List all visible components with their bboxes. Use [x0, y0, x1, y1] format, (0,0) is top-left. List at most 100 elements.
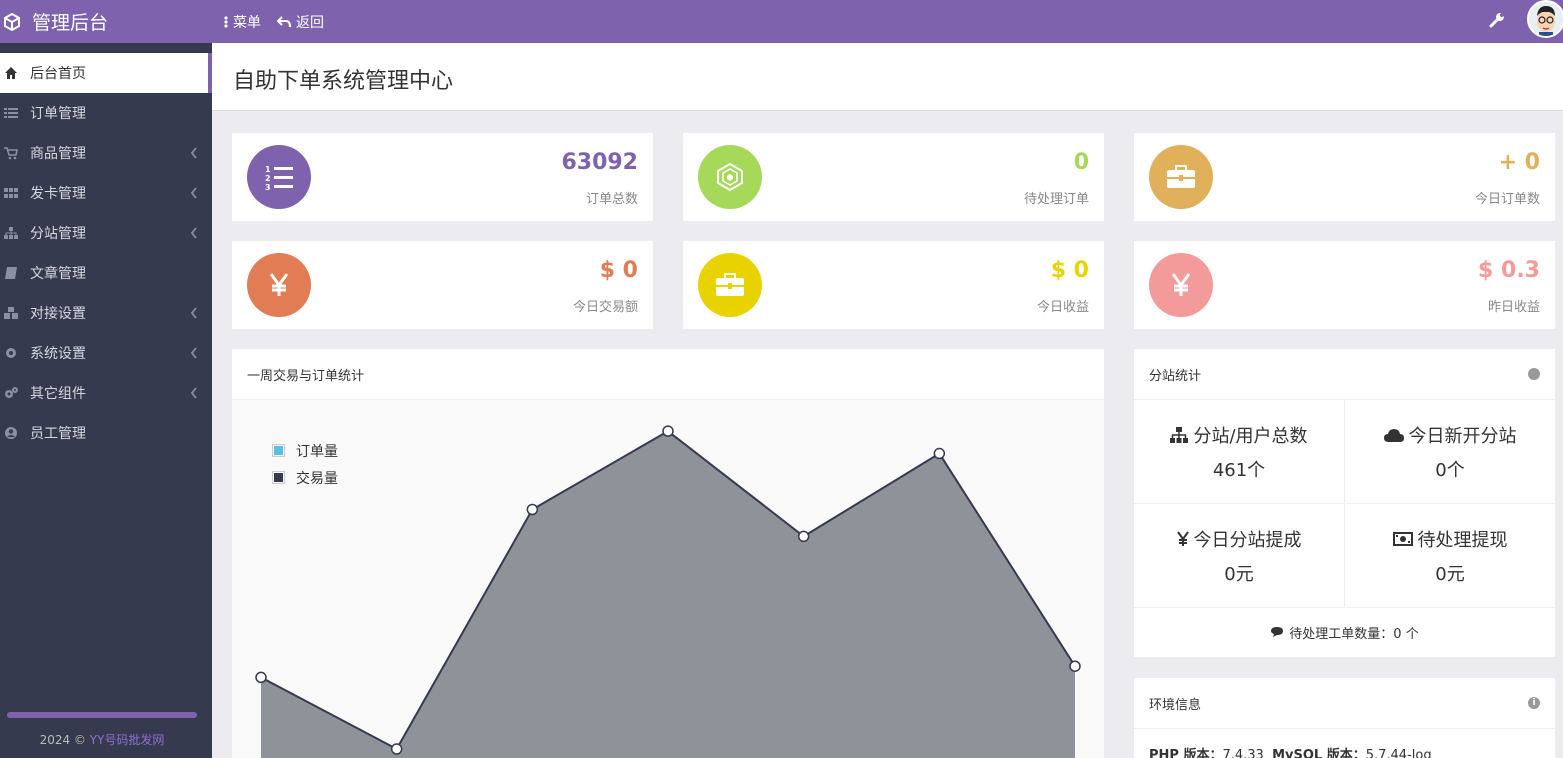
page-header: 自助下单系统管理中心	[212, 43, 1563, 111]
sidebar-item-system-settings[interactable]: 系统设置	[0, 333, 212, 373]
site-stat-cell: 今日分站提成 0元	[1134, 504, 1344, 608]
menu-button[interactable]: 菜单	[224, 12, 261, 32]
menu-label: 菜单	[233, 14, 261, 31]
stat-value: $ 0	[599, 258, 638, 283]
data-point[interactable]	[255, 671, 267, 684]
sidebar-item-articles[interactable]: 文章管理	[0, 253, 212, 293]
stat-card-pending-orders: 0 待处理订单	[683, 133, 1104, 221]
sidebar-item-label: 系统设置	[30, 346, 86, 362]
panel-header: 环境信息 i	[1134, 678, 1555, 729]
chart-legend: 订单量 交易量	[272, 437, 338, 491]
top-nav: 菜单 返回	[224, 0, 340, 43]
sidebar-item-products[interactable]: 商品管理	[0, 133, 212, 173]
back-button[interactable]: 返回	[277, 12, 324, 32]
data-point[interactable]	[526, 503, 539, 516]
book-icon	[5, 267, 17, 279]
chart-area: 订单量 交易量	[232, 400, 1104, 758]
stat-label: 今日收益	[1036, 300, 1089, 315]
stat-label: 今日交易额	[572, 300, 638, 315]
env-info-row: PHP 版本：7.4.33 MySQL 版本：5.7.44-log	[1149, 744, 1432, 758]
sidebar-item-label: 对接设置	[30, 306, 86, 322]
home-icon	[5, 67, 17, 79]
site-stat-title: 待处理提现	[1417, 530, 1508, 551]
sidebar-item-label: 后台首页	[30, 66, 86, 82]
php-version-value: 7.4.33	[1222, 748, 1264, 758]
data-point[interactable]	[662, 425, 674, 437]
sidebar-footer: 2024 © YY号码批发网	[0, 731, 204, 748]
sitemap-icon	[4, 227, 18, 239]
app-title: 管理后台	[32, 12, 109, 34]
site-stat-value: 0元	[1435, 564, 1465, 585]
panel-header: 一周交易与订单统计	[232, 349, 1104, 400]
sidebar-item-orders[interactable]: 订单管理	[0, 93, 212, 133]
ordered-list-icon: 1 2 3	[265, 165, 293, 191]
chevron-left-icon	[190, 227, 197, 239]
data-point[interactable]	[390, 743, 403, 755]
php-version-label: PHP 版本：	[1149, 748, 1223, 758]
info-icon[interactable]: i	[1528, 697, 1540, 709]
data-point[interactable]	[797, 530, 810, 543]
legend-item[interactable]: 交易量	[272, 464, 338, 491]
sidebar: 后台首页 订单管理 商品管理 发卡管理 分站管理 文章管理 对接设置 系统设置 …	[0, 43, 212, 758]
status-dot-icon[interactable]	[1528, 368, 1540, 380]
sidebar-item-label: 发卡管理	[30, 186, 86, 202]
legend-swatch	[272, 444, 285, 457]
sidebar-item-dashboard[interactable]: 后台首页	[0, 53, 212, 93]
back-label: 返回	[296, 14, 324, 31]
sidebar-item-label: 订单管理	[30, 106, 86, 122]
svg-text:1: 1	[265, 165, 271, 174]
avatar[interactable]	[1527, 0, 1563, 38]
site-stat-title: 今日分站提成	[1193, 530, 1302, 551]
user-circle-icon	[5, 427, 17, 439]
env-panel: 环境信息 i PHP 版本：7.4.33 MySQL 版本：5.7.44-log	[1134, 678, 1555, 758]
legend-label: 交易量	[296, 470, 338, 487]
ellipsis-vertical-icon	[224, 15, 228, 28]
site-stat-value: 0个	[1435, 460, 1465, 481]
svg-text:3: 3	[265, 183, 271, 191]
cubes-icon	[4, 307, 18, 319]
pending-tickets[interactable]: 待处理工单数量：0 个	[1134, 607, 1555, 657]
sidebar-item-other-components[interactable]: 其它组件	[0, 373, 212, 413]
sitemap-icon	[1170, 427, 1189, 443]
page-title: 自助下单系统管理中心	[233, 69, 454, 94]
sidebar-item-docking[interactable]: 对接设置	[0, 293, 212, 333]
data-point[interactable]	[933, 447, 946, 460]
reply-icon	[277, 15, 291, 27]
stat-icon-circle	[1149, 145, 1213, 209]
footer-copyright: 2024 ©	[39, 733, 90, 747]
sidebar-item-staff[interactable]: 员工管理	[0, 413, 212, 453]
stat-card-today-transactions: $ 0 今日交易额	[232, 241, 653, 329]
brand[interactable]: 管理后台	[0, 0, 212, 43]
sidebar-item-label: 员工管理	[30, 426, 86, 442]
avatar-face-icon	[1529, 2, 1563, 36]
cloud-icon	[1383, 429, 1404, 442]
legend-label: 订单量	[296, 443, 338, 460]
panel-title: 一周交易与订单统计	[247, 368, 365, 384]
stat-value: + 0	[1498, 150, 1540, 175]
wrench-icon[interactable]	[1488, 11, 1506, 29]
list-icon	[4, 108, 18, 118]
site-stat-cell: 分站/用户总数 461个	[1134, 400, 1344, 504]
stat-icon-circle: 1 2 3	[247, 145, 311, 209]
stat-card-yesterday-income: $ 0.3 昨日收益	[1134, 241, 1555, 329]
stat-label: 待处理订单	[1023, 192, 1089, 207]
mysql-version-value: 5.7.44-log	[1365, 748, 1432, 758]
data-point[interactable]	[1069, 660, 1081, 672]
sidebar-item-cards[interactable]: 发卡管理	[0, 173, 212, 213]
stat-card-today-income: $ 0 今日收益	[683, 241, 1104, 329]
footer-link[interactable]: YY号码批发网	[90, 733, 165, 747]
sidebar-item-substations[interactable]: 分站管理	[0, 213, 212, 253]
yen-icon	[1176, 531, 1189, 546]
top-bar: 管理后台 菜单 返回	[0, 0, 1563, 43]
sidebar-item-label: 文章管理	[30, 266, 86, 282]
legend-item[interactable]: 订单量	[272, 437, 338, 464]
site-stat-title: 今日新开分站	[1408, 426, 1517, 447]
chevron-left-icon	[190, 187, 197, 199]
stat-value: $ 0	[1050, 258, 1089, 283]
svg-text:2: 2	[265, 174, 271, 183]
chevron-left-icon	[190, 347, 197, 359]
stat-label: 昨日收益	[1487, 300, 1540, 315]
site-stat-cell: 待处理提现 0元	[1345, 504, 1555, 608]
site-stat-value: 0元	[1224, 564, 1254, 585]
stat-icon-circle	[698, 253, 762, 317]
